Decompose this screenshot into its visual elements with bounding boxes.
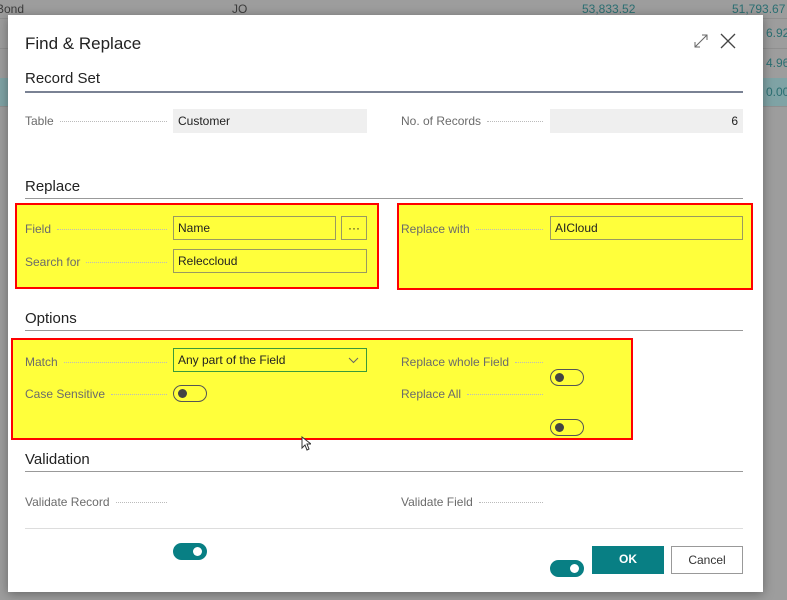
ok-button[interactable]: OK bbox=[592, 546, 664, 574]
mouse-cursor-icon bbox=[301, 435, 313, 454]
validate-field-toggle[interactable] bbox=[550, 560, 584, 577]
label-text: Replace whole Field bbox=[401, 355, 510, 369]
validate-record-label: Validate Record bbox=[25, 495, 167, 509]
bg-value: 53,833.52 bbox=[582, 2, 636, 16]
chevron-down-icon bbox=[348, 357, 359, 364]
label-text: Validate Field bbox=[401, 495, 473, 509]
bg-value: 0.00 bbox=[766, 85, 787, 99]
bg-name: Bond bbox=[0, 2, 25, 16]
divider bbox=[25, 198, 743, 199]
label-text: No. of Records bbox=[401, 114, 482, 128]
label-text: Replace with bbox=[401, 222, 470, 236]
bg-value: 4.96 bbox=[766, 56, 787, 70]
bg-code: JO bbox=[232, 2, 248, 16]
records-label: No. of Records bbox=[401, 114, 543, 128]
bg-value: 51,793.67 bbox=[732, 2, 786, 16]
search-for-input[interactable]: Releccloud bbox=[173, 249, 367, 273]
match-dropdown[interactable]: Any part of the Field bbox=[173, 348, 367, 372]
close-icon[interactable] bbox=[720, 33, 736, 49]
replace-all-toggle[interactable] bbox=[550, 419, 584, 436]
table-field: Customer bbox=[173, 109, 367, 133]
match-label: Match bbox=[25, 355, 167, 369]
options-heading: Options bbox=[25, 310, 77, 327]
field-input[interactable]: Name bbox=[173, 216, 336, 240]
divider bbox=[25, 330, 743, 331]
replace-whole-field-toggle[interactable] bbox=[550, 369, 584, 386]
find-replace-dialog: Find & Replace Record Set Table Customer… bbox=[8, 15, 763, 592]
dialog-title: Find & Replace bbox=[25, 34, 142, 53]
field-label: Field bbox=[25, 222, 167, 236]
table-label: Table bbox=[25, 114, 167, 128]
field-lookup-button[interactable]: ··· bbox=[341, 216, 367, 240]
label-text: Field bbox=[25, 222, 52, 236]
validation-heading: Validation bbox=[25, 451, 90, 468]
label-text: Validate Record bbox=[25, 495, 110, 509]
replace-with-label: Replace with bbox=[401, 222, 543, 236]
divider bbox=[25, 528, 743, 529]
search-for-label: Search for bbox=[25, 255, 167, 269]
replace-whole-field-label: Replace whole Field bbox=[401, 355, 543, 369]
case-sensitive-label: Case Sensitive bbox=[25, 387, 167, 401]
case-sensitive-toggle[interactable] bbox=[173, 385, 207, 402]
validate-field-label: Validate Field bbox=[401, 495, 543, 509]
replace-with-input[interactable]: AICloud bbox=[550, 216, 743, 240]
record-set-heading: Record Set bbox=[25, 70, 101, 87]
divider bbox=[25, 91, 743, 93]
label-text: Replace All bbox=[401, 387, 462, 401]
bg-value: 6.92 bbox=[766, 26, 787, 40]
label-text: Table bbox=[25, 114, 54, 128]
divider bbox=[25, 471, 743, 472]
cancel-button[interactable]: Cancel bbox=[671, 546, 743, 574]
validate-record-toggle[interactable] bbox=[173, 543, 207, 560]
replace-heading: Replace bbox=[25, 178, 81, 195]
expand-icon[interactable] bbox=[693, 33, 709, 49]
records-field: 6 bbox=[550, 109, 743, 133]
label-text: Case Sensitive bbox=[25, 387, 106, 401]
match-value: Any part of the Field bbox=[178, 353, 286, 367]
replace-all-label: Replace All bbox=[401, 387, 543, 401]
label-text: Search for bbox=[25, 255, 81, 269]
label-text: Match bbox=[25, 355, 58, 369]
